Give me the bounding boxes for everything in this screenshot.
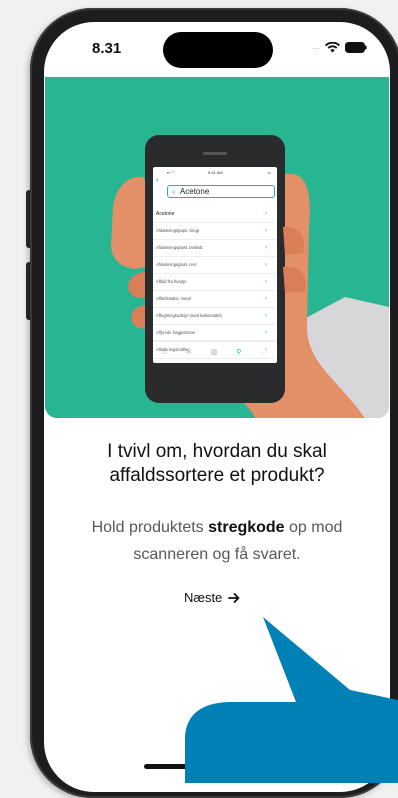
next-label: Næste xyxy=(184,590,223,605)
highlight-barcode: stregkode xyxy=(208,519,285,536)
onboarding-title: I tvivl om, hvordan du skal affaldssorte… xyxy=(107,441,327,486)
next-button[interactable]: Næste xyxy=(184,590,240,605)
arrow-right-icon xyxy=(228,592,240,603)
hero-illustration: ▪▪ ◠ 9:41 AM ▭ ‹ ⚲ Acetone Acetone › Afdæ… xyxy=(45,77,389,418)
home-indicator xyxy=(144,764,264,769)
status-bar: 8.31 ···· xyxy=(44,22,390,76)
wifi-icon xyxy=(325,42,340,53)
fingers-overlay xyxy=(283,226,306,293)
battery-icon xyxy=(345,42,367,53)
onboarding-subtitle: Hold produktets stregkode op mod scanner… xyxy=(91,519,343,563)
dynamic-island xyxy=(163,32,273,68)
signal-icon: ···· xyxy=(312,42,321,53)
status-time: 8.31 xyxy=(92,40,122,57)
status-icons: ···· xyxy=(312,42,367,53)
device-screen: 8.31 ···· ▪▪ ◠ 9:41 AM ▭ ‹ ⚲ Acetone Ace… xyxy=(44,22,390,792)
